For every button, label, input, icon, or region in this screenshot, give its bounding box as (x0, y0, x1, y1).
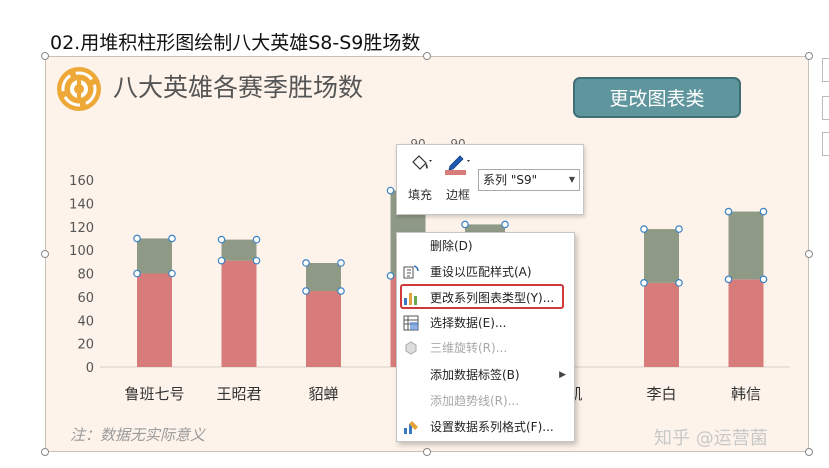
context-menu-item-label: 添加数据标签(B) (430, 368, 520, 382)
y-tick-label: 120 (69, 221, 94, 236)
context-menu-item: 添加趋势线(R)... (397, 390, 574, 412)
submenu-arrow-icon: ▶ (559, 370, 566, 380)
watermark: 知乎 @运营菌 (654, 428, 768, 449)
context-menu-item[interactable]: 添加数据标签(B) ▶ (397, 364, 574, 386)
dropdown-arrow-icon: ▼ (568, 175, 575, 184)
x-tick-label: 鲁班七号 (124, 385, 184, 403)
bar-s8[interactable] (137, 273, 172, 368)
y-tick-label: 60 (77, 291, 94, 306)
border-label: 边框 (446, 188, 471, 202)
series-selection-handle (675, 279, 683, 287)
context-menu-item-label: 选择数据(E)... (430, 316, 507, 330)
context-menu-item-label: 添加趋势线(R)... (430, 394, 520, 408)
series-selection-handle (252, 256, 261, 265)
context-menu: 删除(D) 重设以匹配样式(A) 更改系列图表类型(Y)... 选择数据(E)... 三… (396, 232, 575, 442)
series-selection-handle (759, 207, 768, 216)
series-selection-handle (133, 234, 141, 243)
x-tick-label: 韩信 (731, 385, 761, 403)
chart-footnote: 注：数据无实际意义 (70, 426, 206, 444)
y-tick-label: 140 (69, 197, 94, 212)
series-selection-handle (675, 225, 683, 233)
y-tick-label: 0 (86, 361, 94, 376)
series-selection-handle (640, 225, 648, 233)
series-selection-handle (724, 275, 733, 284)
format-series-icon (403, 419, 419, 435)
series-selection-handle (133, 269, 141, 278)
series-selection-handle (302, 259, 310, 267)
series-selection-handle (217, 235, 226, 244)
bar-s9[interactable] (644, 229, 679, 283)
series-selection-handle (501, 220, 509, 229)
series-select-value: 系列 "S9" (483, 173, 538, 187)
context-menu-item[interactable]: 设置数据系列格式(F)... (397, 416, 574, 438)
series-selection-handle (168, 269, 176, 278)
bar-s9[interactable] (728, 211, 764, 280)
y-tick-label: 100 (69, 244, 94, 259)
context-menu-item-label: 设置数据系列格式(F)... (430, 420, 554, 434)
context-menu-item: 三维旋转(R)... (397, 337, 574, 359)
bar-s9[interactable] (221, 239, 257, 261)
series-selection-handle (759, 275, 768, 284)
series-select-dropdown[interactable]: 系列 "S9" ▼ (478, 169, 580, 191)
reset-style-icon (403, 264, 419, 280)
x-tick-label: 李白 (646, 385, 676, 403)
bar-s8[interactable] (728, 279, 764, 367)
y-tick-label: 160 (69, 174, 94, 189)
pen-border-icon[interactable] (445, 153, 471, 175)
paint-bucket-icon[interactable] (409, 153, 433, 173)
series-selection-handle (386, 186, 395, 195)
y-tick-label: 20 (77, 338, 94, 353)
bar-s8[interactable] (644, 282, 679, 367)
y-tick-label: 40 (77, 314, 94, 329)
mini-toolbar: 填充 边框 系列 "S9" ▼ (396, 144, 584, 215)
x-tick-label: 王昭君 (216, 385, 261, 403)
series-selection-handle (217, 256, 226, 265)
context-menu-item[interactable]: 重设以匹配样式(A) (397, 261, 574, 283)
context-menu-item-label: 删除(D) (430, 239, 473, 253)
bar-s9[interactable] (137, 238, 172, 274)
series-selection-handle (337, 259, 345, 267)
series-selection-handle (337, 287, 345, 295)
series-selection-handle (640, 279, 648, 287)
series-selection-handle (724, 207, 733, 216)
fill-label: 填充 (408, 188, 433, 202)
y-tick-label: 80 (77, 268, 94, 283)
rotate-3d-icon (403, 340, 419, 356)
series-selection-handle (386, 272, 395, 280)
bar-s9[interactable] (306, 262, 341, 292)
context-menu-item-label: 重设以匹配样式(A) (430, 265, 532, 279)
series-selection-handle (461, 220, 469, 229)
select-data-icon (403, 315, 419, 331)
highlight-annotation (400, 284, 564, 309)
context-menu-item[interactable]: 选择数据(E)... (397, 312, 574, 334)
series-selection-handle (252, 235, 261, 244)
bar-s8[interactable] (306, 291, 341, 367)
bar-s8[interactable] (221, 260, 257, 367)
context-menu-item-label: 三维旋转(R)... (430, 341, 508, 355)
context-menu-item[interactable]: 删除(D) (397, 235, 574, 257)
series-selection-handle (168, 234, 176, 243)
series-selection-handle (302, 287, 310, 295)
x-tick-label: 貂蝉 (308, 385, 338, 403)
